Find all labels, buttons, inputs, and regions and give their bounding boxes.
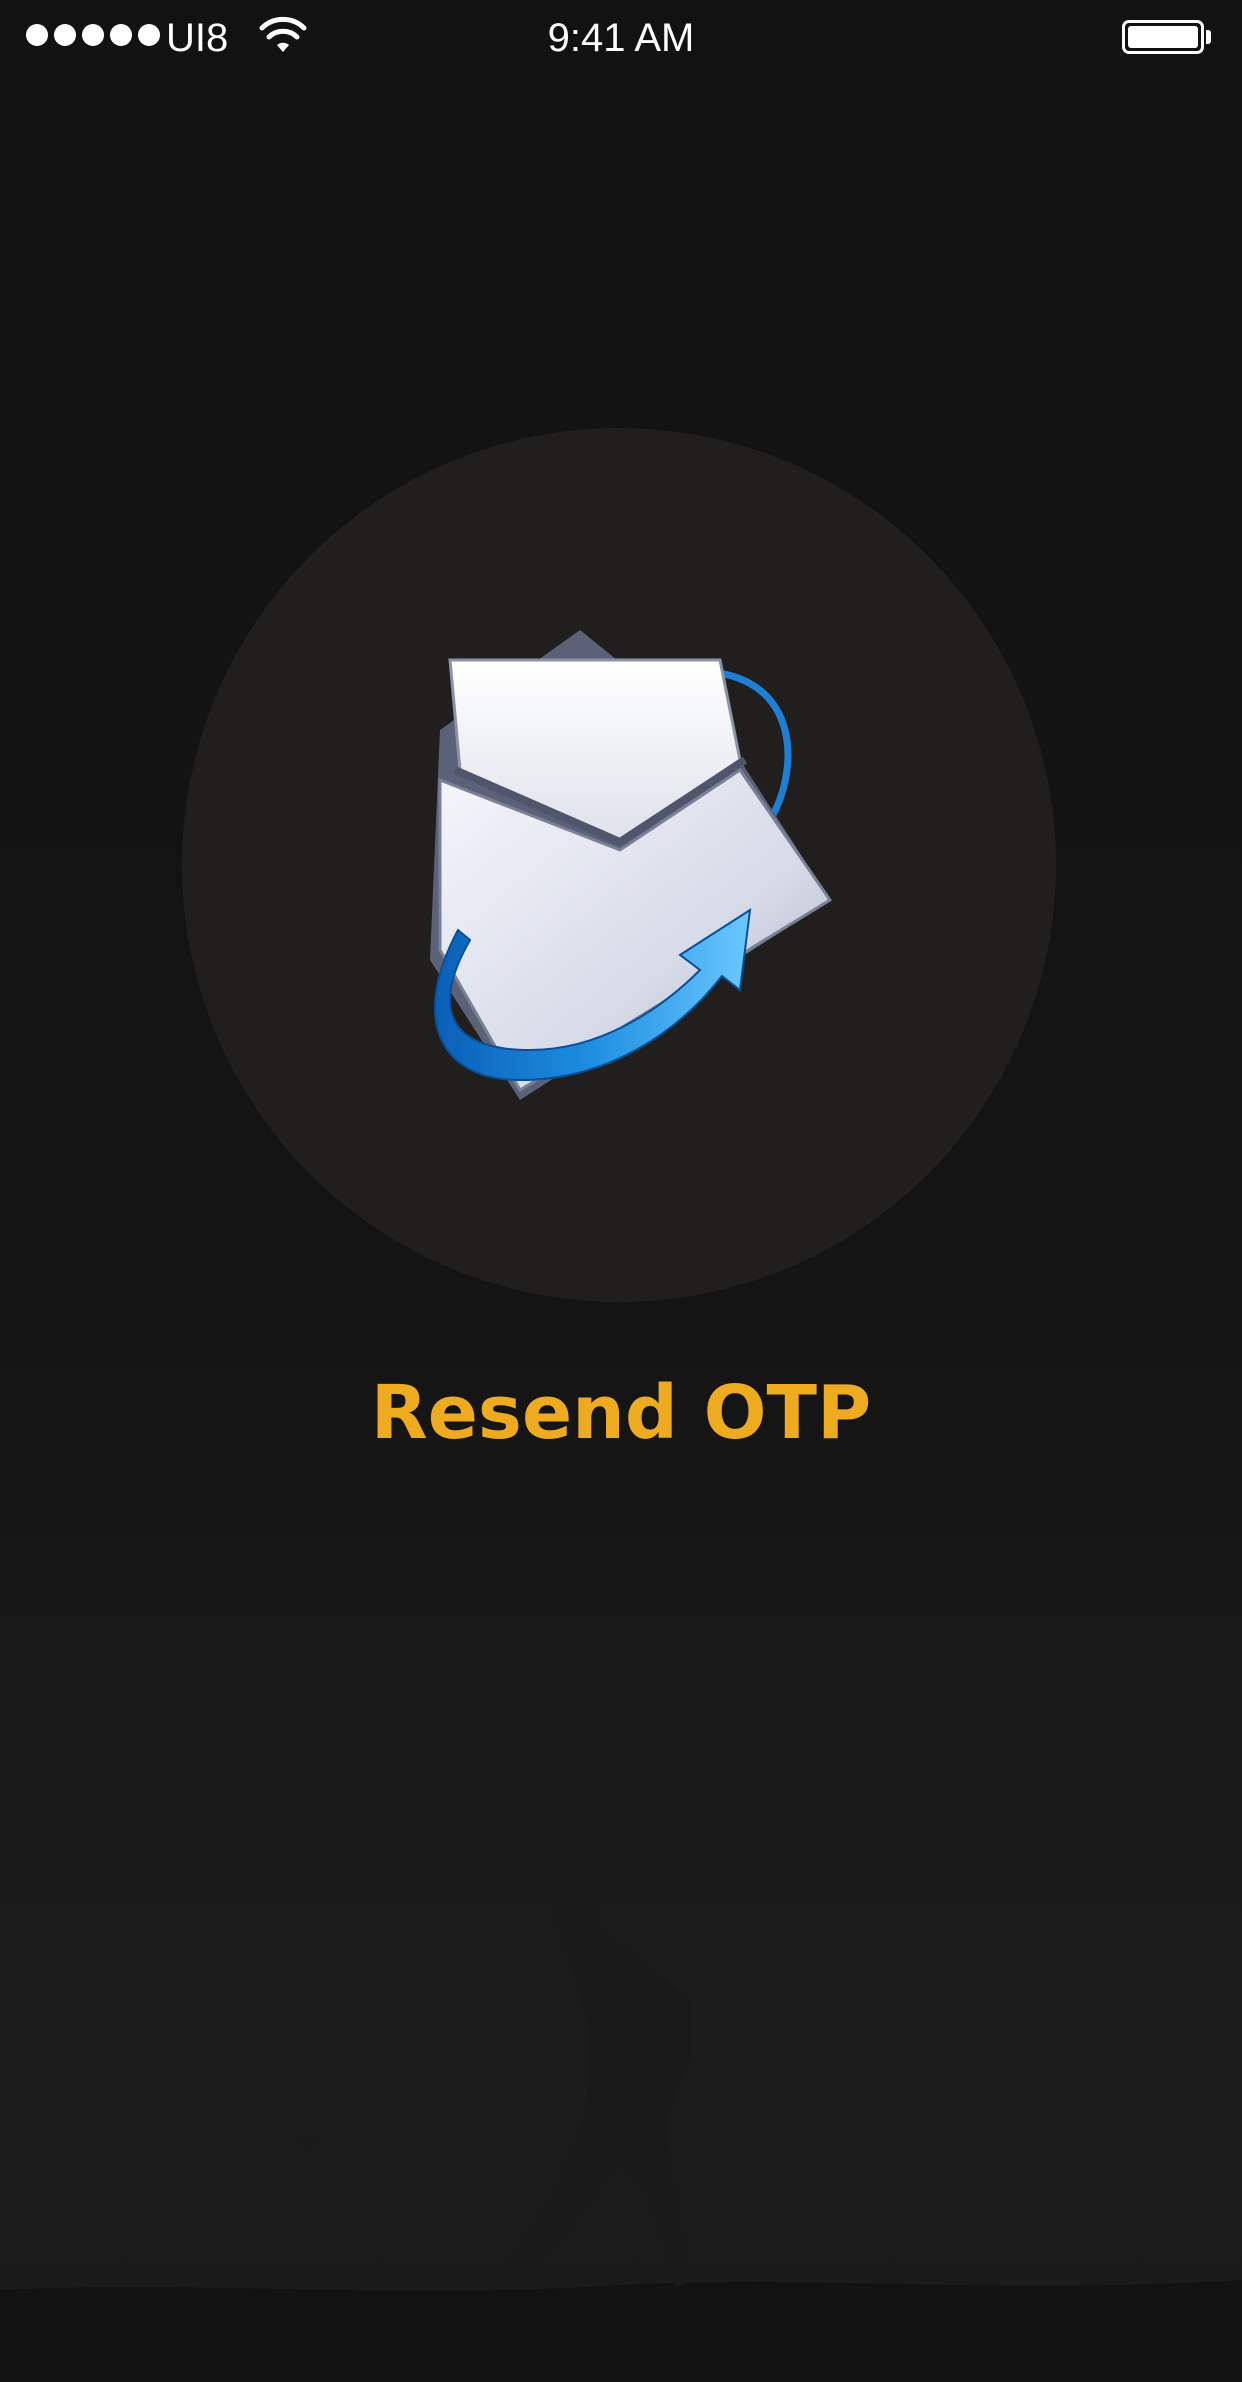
- battery-icon: [1122, 20, 1204, 54]
- resend-otp-button[interactable]: Resend OTP: [0, 1365, 1242, 1461]
- battery-cap: [1206, 30, 1211, 44]
- status-bar: UI8 9:41 AM: [0, 0, 1242, 76]
- status-time: 9:41 AM: [547, 16, 695, 60]
- resend-otp-screen: UI8 9:41 AM Resend OTP: [0, 0, 1242, 2382]
- walking-person-silhouette: [0, 1893, 1242, 2382]
- mail-resend-icon: [430, 630, 833, 1100]
